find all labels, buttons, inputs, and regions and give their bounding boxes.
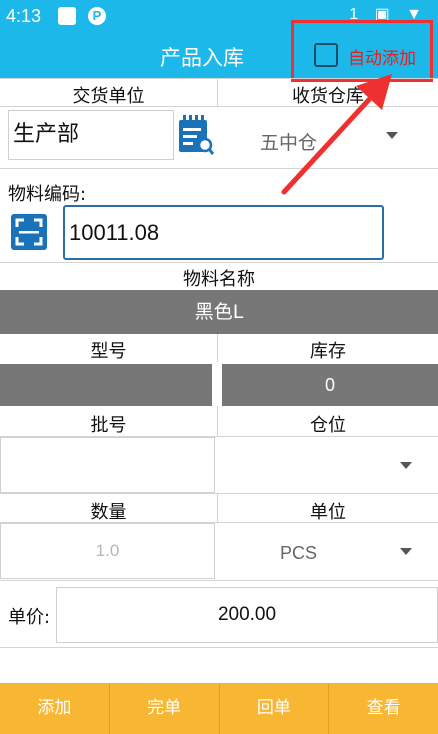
scan-icon[interactable]: [11, 214, 47, 250]
bottom-action-bar: 添加 完单 回单 查看: [0, 683, 438, 734]
add-button[interactable]: 添加: [0, 683, 110, 734]
complete-order-button[interactable]: 完单: [110, 683, 220, 734]
p-app-icon: P: [88, 7, 106, 25]
warehouse-dropdown-value[interactable]: 五中仓: [260, 128, 317, 155]
delivery-unit-field[interactable]: 生产部: [8, 110, 174, 160]
quantity-header: 数量: [90, 502, 127, 523]
delivery-unit-header: 交货单位: [72, 86, 145, 107]
location-header: 仓位: [310, 415, 346, 436]
model-value: [0, 364, 212, 406]
unit-dropdown-caret-icon[interactable]: [400, 548, 412, 555]
status-time: 4:13: [6, 6, 42, 26]
receiving-warehouse-header: 收货仓库: [292, 86, 364, 107]
material-code-input[interactable]: 10011.08: [63, 205, 384, 260]
batch-input[interactable]: [0, 437, 215, 493]
warehouse-dropdown-caret-icon[interactable]: [386, 132, 398, 139]
unit-price-label: 单价:: [8, 607, 51, 628]
return-order-button[interactable]: 回单: [220, 683, 330, 734]
unit-dropdown-value[interactable]: PCS: [280, 543, 317, 564]
department-lookup-icon[interactable]: [177, 114, 215, 156]
notification-square-icon: [58, 7, 76, 25]
highlight-annotation-frame: [291, 20, 433, 82]
stock-value: 0: [222, 364, 438, 406]
view-button[interactable]: 查看: [329, 683, 438, 734]
unit-price-input[interactable]: 200.00: [56, 587, 438, 643]
model-header: 型号: [90, 341, 127, 362]
material-name-header: 物料名称: [183, 269, 255, 290]
location-dropdown-caret-icon[interactable]: [400, 462, 412, 469]
material-code-label: 物料编码:: [8, 184, 87, 205]
material-name-value: 黑色L: [0, 290, 438, 334]
batch-header: 批号: [90, 415, 127, 436]
quantity-input[interactable]: 1.0: [0, 523, 215, 579]
stock-header: 库存: [310, 341, 346, 362]
unit-header: 单位: [310, 502, 346, 523]
page-title: 产品入库: [160, 46, 244, 70]
